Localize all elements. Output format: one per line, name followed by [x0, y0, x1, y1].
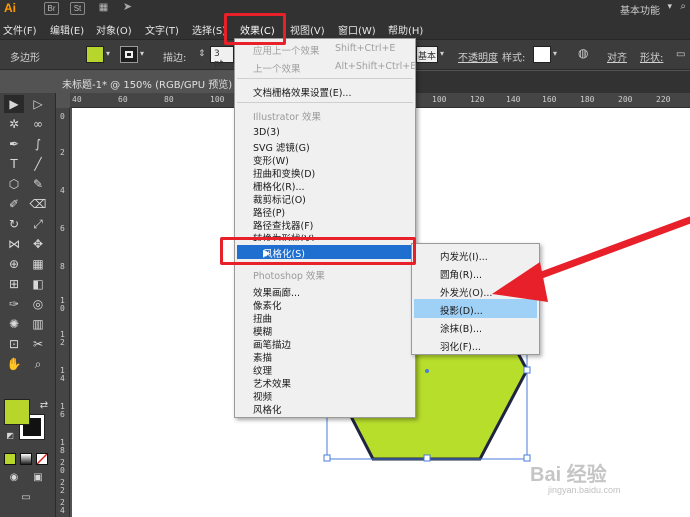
fill-color-box[interactable]: [4, 399, 30, 425]
arrow-head: [492, 262, 548, 302]
annotation-arrow: [492, 216, 690, 302]
arrow-shaft: [516, 216, 690, 287]
baidu-watermark: Bai 经验: [530, 464, 607, 486]
baidu-watermark-url: jingyan.baidu.com: [548, 485, 621, 495]
